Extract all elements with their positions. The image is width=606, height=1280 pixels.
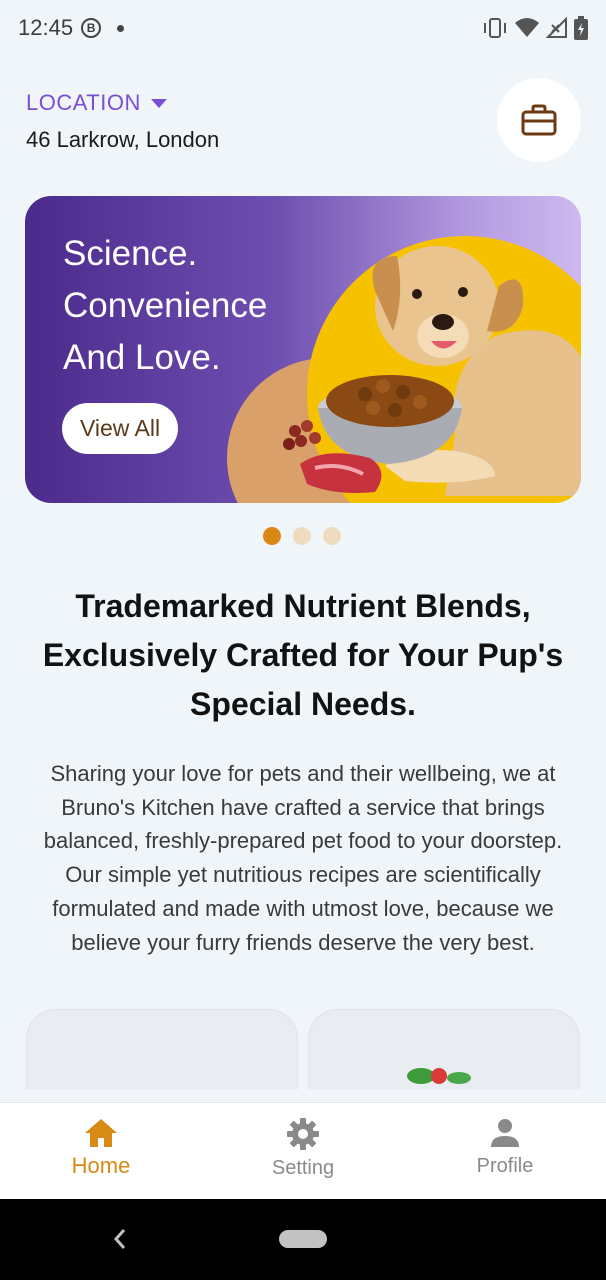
- headline-line: Exclusively Crafted for Your Pup's: [42, 637, 564, 673]
- briefcase-icon: [521, 104, 557, 136]
- bottom-navigation: Home Setting Profile: [0, 1102, 606, 1199]
- system-navigation-bar: [0, 1199, 606, 1280]
- carousel-dot[interactable]: [293, 527, 311, 545]
- carousel-dot[interactable]: [323, 527, 341, 545]
- status-left: 12:45 B: [18, 15, 125, 41]
- nav-label-profile: Profile: [476, 1155, 534, 1177]
- notification-dot-icon: [117, 24, 125, 32]
- carousel-indicator: [263, 527, 341, 545]
- promo-banner[interactable]: Science. Convenience And Love. View All: [25, 196, 581, 503]
- app-screen: 12:45 B LOCATION 46 Larkrow, London Scie…: [0, 0, 606, 1280]
- banner-line-3: And Love.: [63, 338, 221, 377]
- product-image: [407, 1068, 471, 1084]
- nav-item-home[interactable]: Home: [0, 1103, 202, 1199]
- status-time: 12:45: [18, 15, 74, 40]
- nav-item-setting[interactable]: Setting: [202, 1103, 404, 1199]
- status-badge-icon: B: [81, 18, 102, 38]
- gear-icon: [287, 1118, 319, 1150]
- nav-label-setting: Setting: [271, 1157, 335, 1179]
- headline-line: Trademarked Nutrient Blends,: [75, 588, 531, 624]
- person-icon: [491, 1119, 519, 1147]
- nav-label-home: Home: [71, 1153, 131, 1178]
- status-bar: 12:45 B: [0, 0, 606, 56]
- nav-item-profile[interactable]: Profile: [404, 1103, 606, 1199]
- battery-icon: [574, 16, 588, 40]
- section-headline: Trademarked Nutrient Blends, Exclusively…: [26, 582, 580, 729]
- cart-button[interactable]: [497, 78, 581, 162]
- carousel-dot-active[interactable]: [263, 527, 281, 545]
- wifi-icon: [515, 18, 539, 37]
- product-card[interactable]: [308, 1009, 580, 1089]
- home-gesture-pill[interactable]: [279, 1230, 327, 1248]
- view-all-button[interactable]: View All: [62, 403, 178, 454]
- status-right: [482, 16, 588, 40]
- home-icon: [85, 1119, 117, 1147]
- chevron-down-icon: [150, 98, 167, 108]
- location-label: LOCATION: [26, 90, 141, 115]
- headline-line: Special Needs.: [190, 686, 416, 722]
- location-selector[interactable]: LOCATION: [26, 90, 167, 116]
- vibrate-icon: [484, 18, 506, 38]
- location-address: 46 Larkrow, London: [26, 127, 220, 152]
- section-description: Sharing your love for pets and their wel…: [43, 761, 563, 955]
- back-icon[interactable]: [112, 1227, 128, 1251]
- banner-line-1: Science.: [63, 234, 198, 273]
- banner-line-2: Convenience: [63, 286, 268, 325]
- signal-icon: [546, 17, 567, 38]
- product-card[interactable]: [26, 1009, 298, 1089]
